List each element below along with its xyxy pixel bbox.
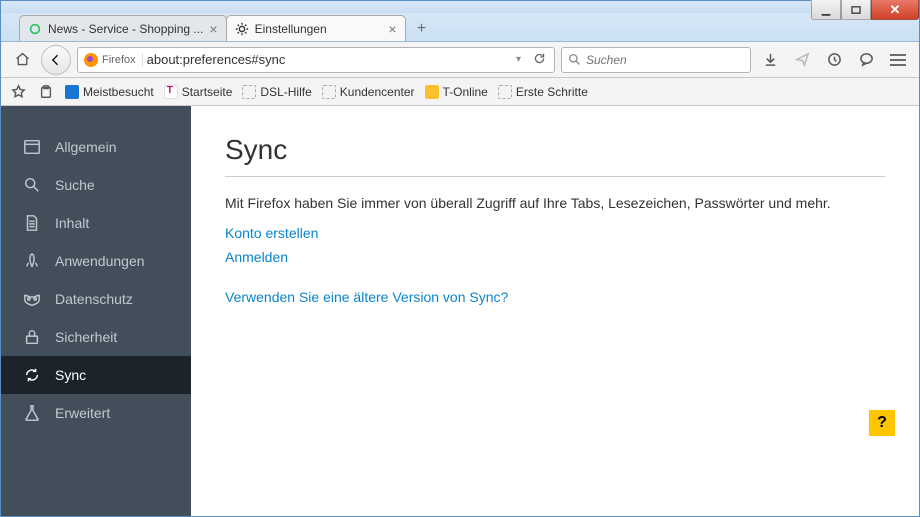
- new-tab-button[interactable]: +: [409, 17, 435, 41]
- sidebar-item-suche[interactable]: Suche: [1, 166, 191, 204]
- menu-button[interactable]: [885, 47, 911, 73]
- tab-label: News - Service - Shopping ...: [48, 22, 203, 36]
- clipboard-icon[interactable]: [37, 79, 55, 105]
- window-controls: ▁ ✕: [811, 0, 919, 20]
- bookmark-icon: [242, 85, 256, 99]
- window-titlebar: ▁ ✕: [1, 1, 919, 13]
- bookmark-startseite[interactable]: Startseite: [164, 85, 233, 99]
- back-button[interactable]: [41, 45, 71, 75]
- home-button[interactable]: [9, 47, 35, 73]
- bookmark-meistbesucht[interactable]: Meistbesucht: [65, 85, 154, 99]
- sidebar-item-erweitert[interactable]: Erweitert: [1, 394, 191, 432]
- browser-window: ▁ ✕ News - Service - Shopping ... × Eins…: [0, 0, 920, 517]
- gear-icon: [235, 22, 249, 36]
- history-icon[interactable]: [821, 47, 847, 73]
- url-input[interactable]: [147, 52, 508, 67]
- bookmark-kundencenter[interactable]: Kundencenter: [322, 85, 415, 99]
- identity-box[interactable]: Firefox: [82, 53, 143, 67]
- sidebar-item-sync[interactable]: Sync: [1, 356, 191, 394]
- sidebar-item-datenschutz[interactable]: Datenschutz: [1, 280, 191, 318]
- main-panel: Sync Mit Firefox haben Sie immer von übe…: [191, 106, 919, 516]
- maximize-button[interactable]: [841, 0, 871, 20]
- document-icon: [23, 214, 41, 232]
- search-icon: [568, 53, 581, 66]
- search-input[interactable]: [586, 53, 744, 67]
- create-account-link[interactable]: Konto erstellen: [225, 225, 885, 241]
- help-button[interactable]: ?: [869, 410, 895, 436]
- url-bar[interactable]: Firefox ▾: [77, 47, 555, 73]
- bookmark-icon: [425, 85, 439, 99]
- old-sync-link[interactable]: Verwenden Sie eine ältere Version von Sy…: [225, 289, 885, 305]
- bookmark-icon: [322, 85, 336, 99]
- bookmark-dslhilfe[interactable]: DSL-Hilfe: [242, 85, 311, 99]
- navigation-toolbar: Firefox ▾: [1, 42, 919, 78]
- page-heading: Sync: [225, 134, 885, 166]
- content-area: Allgemein Suche Inhalt Anwendungen Daten…: [1, 106, 919, 516]
- minimize-button[interactable]: ▁: [811, 0, 841, 20]
- sidebar-item-inhalt[interactable]: Inhalt: [1, 204, 191, 242]
- tab-close-icon[interactable]: ×: [209, 22, 217, 36]
- bookmark-icon: [164, 85, 178, 99]
- tab-settings[interactable]: Einstellungen ×: [226, 15, 406, 41]
- sidebar-item-anwendungen[interactable]: Anwendungen: [1, 242, 191, 280]
- identity-label: Firefox: [102, 54, 136, 66]
- window-close-button[interactable]: ✕: [871, 0, 919, 20]
- search-bar[interactable]: [561, 47, 751, 73]
- firefox-icon: [84, 53, 98, 67]
- sign-in-link[interactable]: Anmelden: [225, 249, 885, 265]
- settings-sidebar: Allgemein Suche Inhalt Anwendungen Daten…: [1, 106, 191, 516]
- bookmark-icon: [498, 85, 512, 99]
- sync-description: Mit Firefox haben Sie immer von überall …: [225, 195, 885, 211]
- sidebar-item-sicherheit[interactable]: Sicherheit: [1, 318, 191, 356]
- downloads-button[interactable]: [757, 47, 783, 73]
- sidebar-item-allgemein[interactable]: Allgemein: [1, 128, 191, 166]
- reload-icon[interactable]: [529, 52, 550, 68]
- flask-icon: [23, 404, 41, 422]
- lock-icon: [23, 328, 41, 346]
- mask-icon: [23, 290, 41, 308]
- search-icon: [23, 176, 41, 194]
- window-icon: [23, 138, 41, 156]
- divider: [225, 176, 885, 177]
- chat-icon[interactable]: [853, 47, 879, 73]
- tab-label: Einstellungen: [255, 22, 327, 36]
- rocket-icon: [23, 252, 41, 270]
- bookmark-tonline[interactable]: T-Online: [425, 85, 488, 99]
- bookmark-icon: [65, 85, 79, 99]
- tab-close-icon[interactable]: ×: [388, 22, 396, 36]
- dropdown-icon[interactable]: ▾: [512, 54, 525, 65]
- hamburger-icon: [890, 54, 906, 66]
- bookmark-ersteschritte[interactable]: Erste Schritte: [498, 85, 588, 99]
- send-icon: [789, 47, 815, 73]
- sync-icon: [23, 366, 41, 384]
- tab-strip: News - Service - Shopping ... × Einstell…: [1, 13, 919, 42]
- tab-news[interactable]: News - Service - Shopping ... ×: [19, 15, 227, 41]
- bookmarks-toolbar: Meistbesucht Startseite DSL-Hilfe Kunden…: [1, 78, 919, 106]
- star-icon[interactable]: [9, 79, 27, 105]
- spinner-icon: [28, 22, 42, 36]
